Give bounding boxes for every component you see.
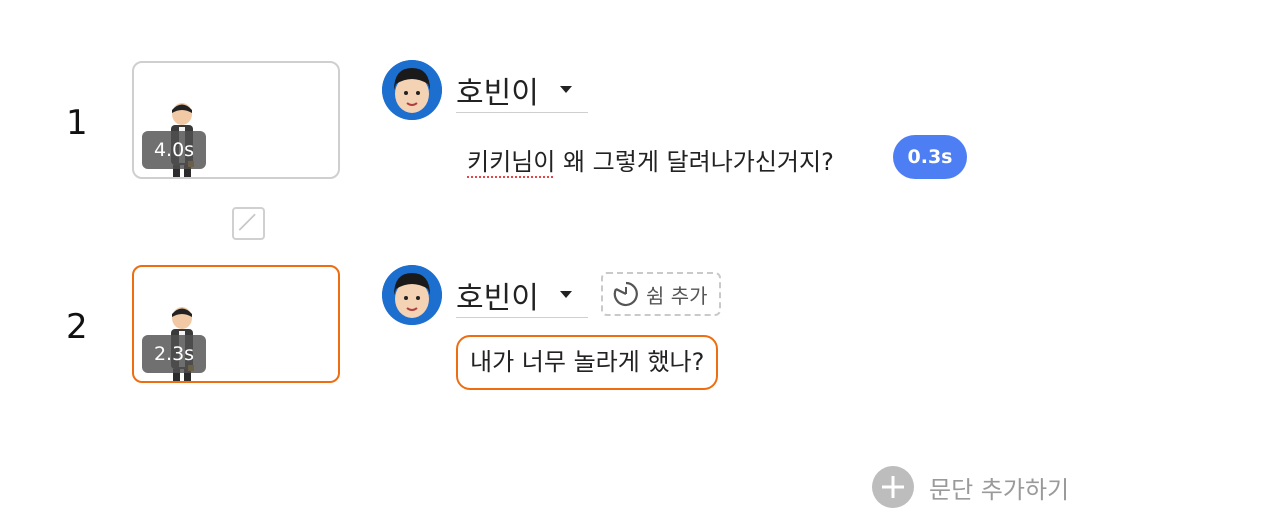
speaker-name: 호빈이 (456, 75, 539, 111)
text-remainder: 왜 그렇게 달려나가신거지? (555, 148, 834, 176)
speaker-avatar[interactable] (382, 60, 442, 120)
speaker-avatar[interactable] (382, 265, 442, 325)
duration-badge: 2.3s (142, 335, 206, 373)
caret-down-icon (560, 291, 572, 298)
paragraph-text[interactable]: 키키님이 왜 그렇게 달려나가신거지? (467, 142, 834, 177)
paragraph-text-editing[interactable]: 내가 너무 놀라게 했나? (456, 335, 719, 390)
add-paragraph-label: 문단 추가하기 (929, 475, 1070, 504)
caret-down-icon (560, 86, 572, 93)
paragraph-number: 2 (66, 307, 88, 347)
plus-icon (872, 466, 914, 508)
scene-thumbnail[interactable]: 4.0s (132, 61, 340, 179)
avatar-face-icon (382, 60, 442, 120)
timer-icon (613, 281, 638, 307)
add-paragraph-button[interactable]: 문단 추가하기 (872, 466, 1069, 508)
speaker-dropdown[interactable]: 호빈이 (456, 67, 588, 113)
avatar-face-icon (382, 265, 442, 325)
paragraph-number: 1 (66, 103, 88, 143)
scene-thumbnail-selected[interactable]: 2.3s (132, 265, 340, 383)
duration-badge: 4.0s (142, 131, 206, 169)
add-pause-button[interactable]: 쉼 추가 (601, 272, 721, 316)
slash-icon (238, 213, 256, 231)
speaker-dropdown[interactable]: 호빈이 (456, 272, 588, 318)
pause-chip[interactable]: 0.3s (893, 135, 967, 179)
transition-icon[interactable] (232, 207, 265, 240)
add-pause-label: 쉼 추가 (646, 283, 708, 308)
speaker-name: 호빈이 (456, 280, 539, 316)
misspelled-word: 키키님이 (467, 148, 556, 176)
